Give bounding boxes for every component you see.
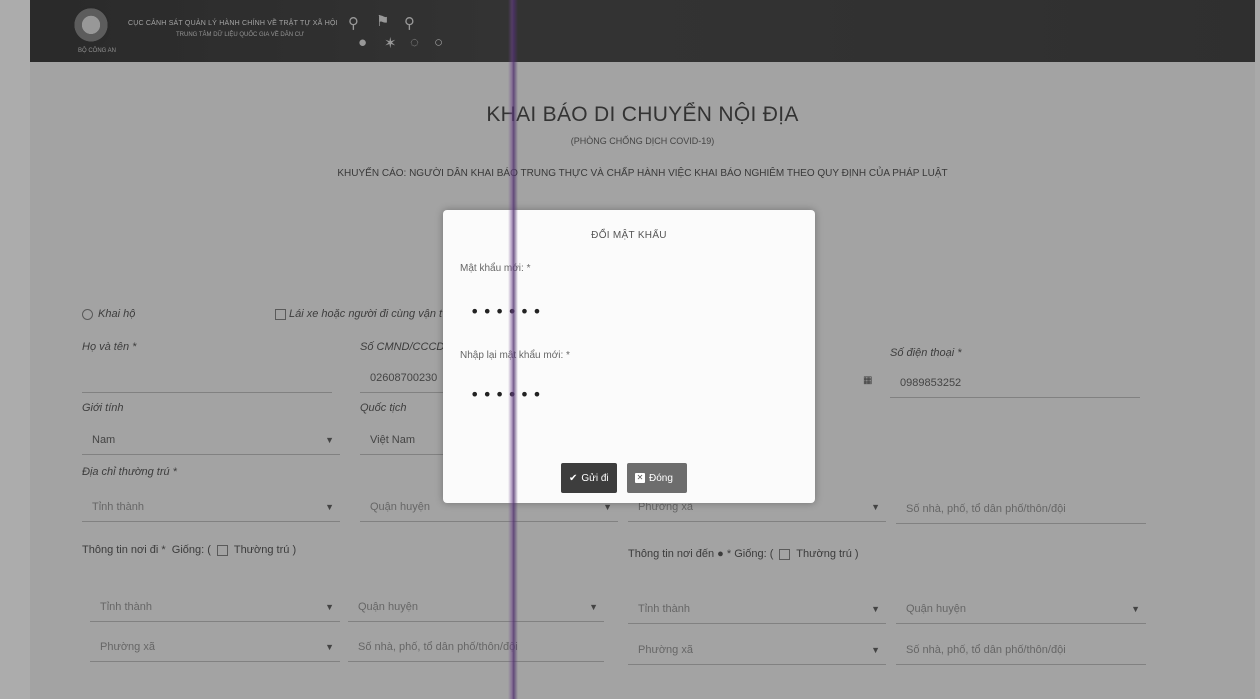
new-password-label: Mật khẩu mới: * <box>460 263 531 274</box>
scan-fold-line <box>508 0 518 699</box>
close-square-icon: ✕ <box>635 473 645 483</box>
send-button-label: Gửi đi <box>581 472 609 484</box>
check-icon: ✔ <box>569 472 578 484</box>
dialog-title: ĐỔI MẬT KHẨU <box>591 230 667 241</box>
change-password-dialog: ĐỔI MẬT KHẨU Mật khẩu mới: * •••••• Nhập… <box>443 210 815 503</box>
close-button-label: Đóng <box>649 472 673 484</box>
send-button[interactable]: ✔ Gửi đi <box>561 463 617 493</box>
close-button[interactable]: ✕ Đóng <box>627 463 687 493</box>
